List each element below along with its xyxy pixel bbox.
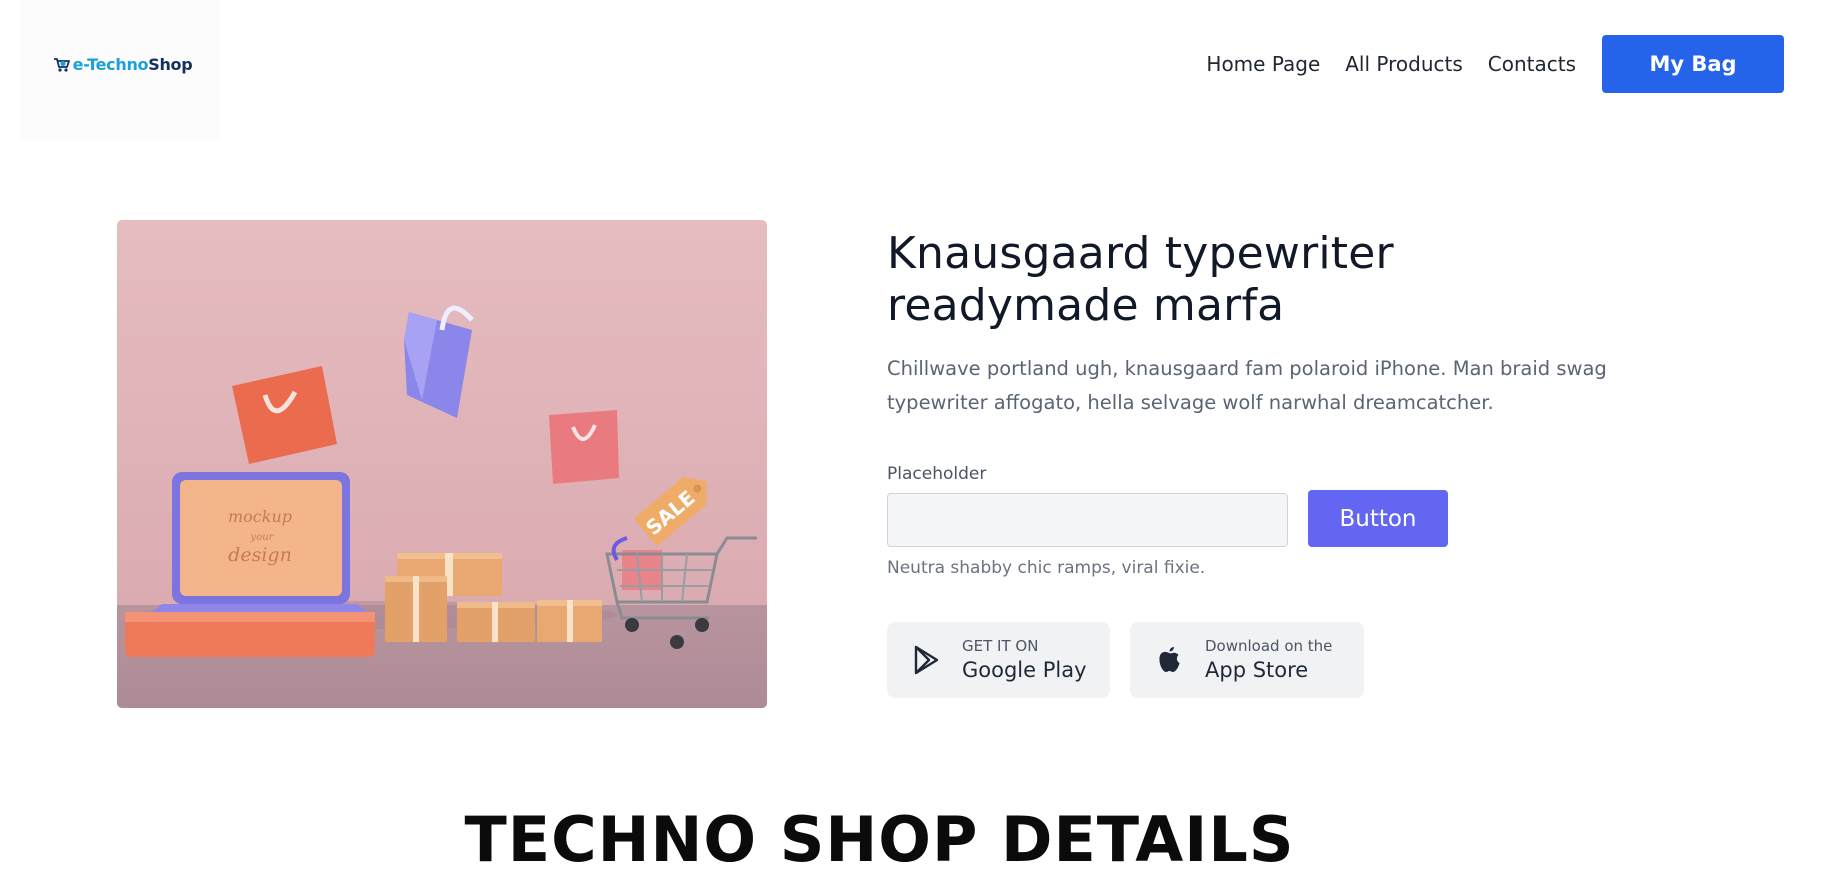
svg-text:your: your [250,532,275,543]
google-play-icon [914,645,939,675]
main-nav: Home Page All Products Contacts My Bag [1181,35,1784,93]
hero-text-input[interactable] [887,493,1288,547]
submit-button[interactable]: Button [1308,490,1448,547]
input-label: Placeholder [887,464,987,484]
google-play-small-text: GET IT ON [962,637,1039,655]
site-header: e-Techno Shop Home Page All Products Cont… [0,0,1839,140]
svg-text:mockup: mockup [228,507,292,526]
hero-description: Chillwave portland ugh, knausgaard fam p… [887,357,1607,414]
google-play-button[interactable]: GET IT ON Google Play [887,622,1110,698]
app-store-small-text: Download on the [1205,637,1333,655]
my-bag-button[interactable]: My Bag [1602,35,1784,93]
google-play-label: Google Play [962,658,1087,682]
nav-home-link[interactable]: Home Page [1206,52,1320,76]
shopping-illustration: mockup your design SALE [117,220,767,708]
logo-wordmark: e-Techno Shop [52,54,193,74]
pink-bag [549,410,619,484]
input-hint: Neutra shabby chic ramps, viral fixie. [887,558,1206,578]
logo[interactable]: e-Techno Shop [20,0,220,140]
hero-title: Knausgaard typewriter readymade marfa [887,228,1394,331]
nav-contacts-link[interactable]: Contacts [1488,52,1576,76]
nav-all-products-link[interactable]: All Products [1345,52,1463,76]
section-title: TECHNO SHOP DETAILS [464,803,1295,876]
cart-logo-icon [53,58,70,72]
hero-image: mockup your design SALE [117,220,767,708]
svg-text:design: design [228,544,292,566]
apple-icon [1159,647,1180,672]
logo-text-suffix: Shop [148,54,193,74]
logo-text-prefix: e-Techno [72,54,149,74]
app-store-button[interactable]: Download on the App Store [1130,622,1364,698]
app-store-label: App Store [1205,658,1309,682]
